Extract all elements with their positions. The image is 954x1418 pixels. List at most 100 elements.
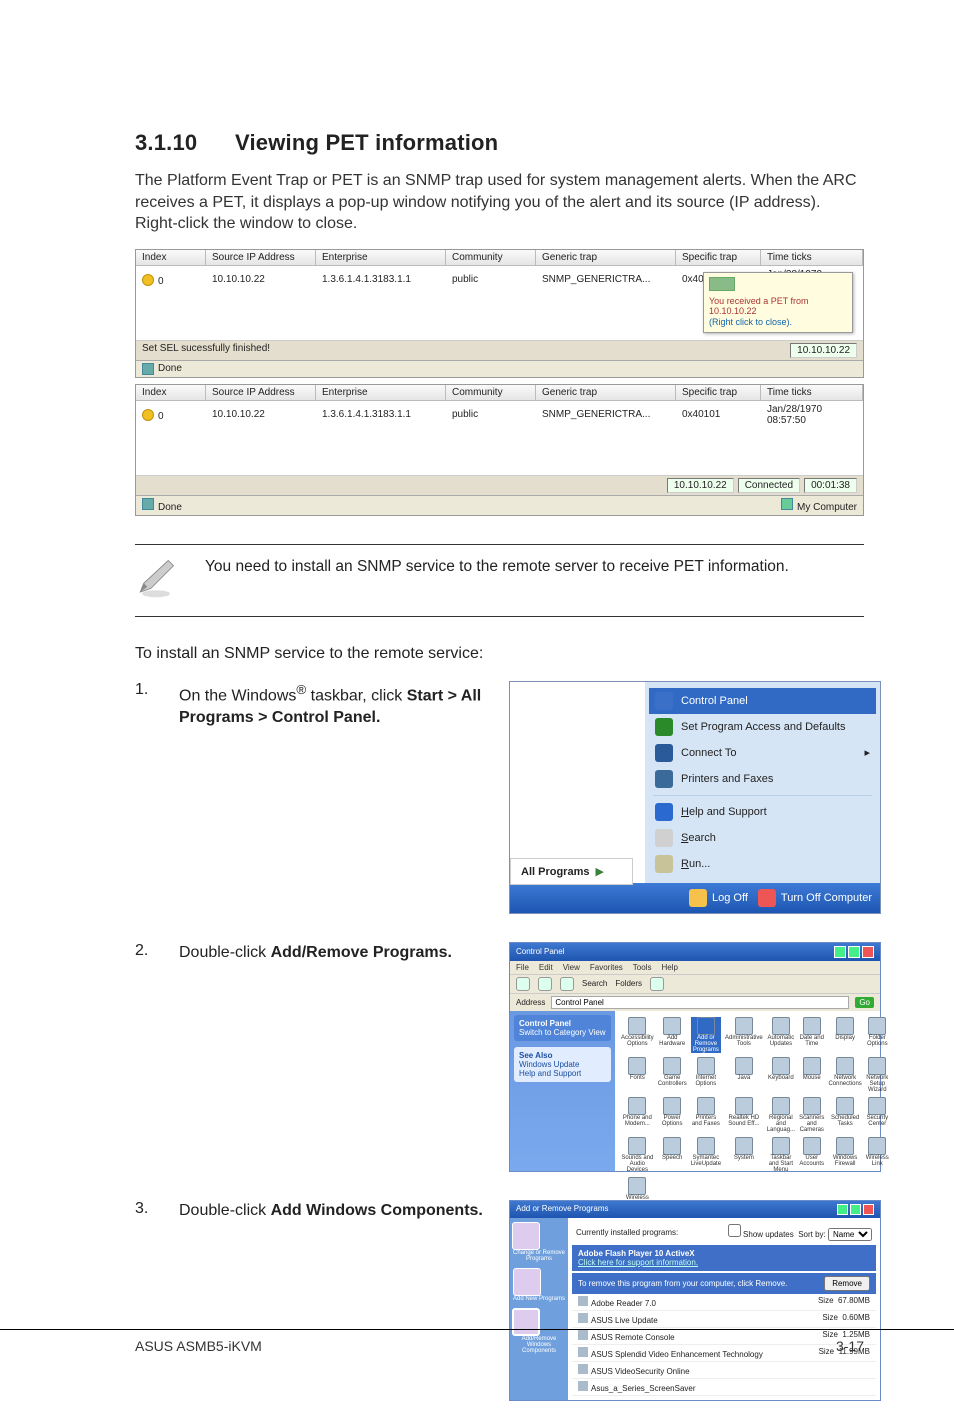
arp-side-button[interactable]: Add New Programs [513,1268,565,1302]
close-button[interactable] [862,946,874,958]
cp-icon[interactable]: Add Hardware [658,1017,687,1053]
views-button[interactable] [650,977,664,991]
cp-icon[interactable]: Realtek HD Sound Eff... [725,1097,763,1133]
table-row[interactable]: 0 10.10.10.22 1.3.6.1.4.1.3183.1.1 publi… [136,401,863,429]
menu-tools[interactable]: Tools [633,963,652,972]
cp-icon[interactable]: Display [828,1017,861,1053]
cp-icon[interactable]: Power Options [658,1097,687,1133]
col-index[interactable]: Index [136,385,206,400]
col-specific[interactable]: Specific trap [676,385,761,400]
program-row[interactable]: Adobe Reader 7.0Size 67.80MB [572,1294,876,1311]
cp-icon-image [803,1137,821,1155]
arp-side-label: Add New Programs [513,1296,565,1302]
all-programs-button[interactable]: All Programs▶ [510,858,633,885]
cp-icon[interactable]: Taskbar and Start Menu [767,1137,795,1173]
cp-icon[interactable]: Sounds and Audio Devices [621,1137,654,1173]
cp-icon[interactable]: Scanners and Cameras [799,1097,824,1133]
cp-icon[interactable]: Network Connections [828,1057,861,1093]
cp-icon[interactable]: Regional and Languag... [767,1097,795,1133]
col-community[interactable]: Community [446,250,536,265]
done-icon [142,498,154,510]
toolbar[interactable]: SearchFolders [510,974,880,993]
cp-icon[interactable]: Fonts [621,1057,654,1093]
maximize-button[interactable] [848,946,860,958]
program-row[interactable]: ASUS Live UpdateSize 0.60MB [572,1311,876,1328]
show-updates-checkbox[interactable] [728,1224,741,1237]
section-heading: 3.1.10Viewing PET information [135,130,864,156]
program-row[interactable]: ASUS VideoSecurity Online [572,1362,876,1379]
col-generic[interactable]: Generic trap [536,385,676,400]
remove-button[interactable]: Remove [824,1276,870,1291]
start-menu-item[interactable]: Printers and Faxes [649,766,876,792]
logoff-button[interactable]: Log Off [689,889,748,907]
cell-enterprise: 1.3.6.1.4.1.3183.1.1 [316,406,446,423]
cp-icon[interactable]: Date and Time [799,1017,824,1053]
cp-icon[interactable]: Speech [658,1137,687,1173]
menubar[interactable]: File Edit View Favorites Tools Help [510,961,880,974]
cp-icon[interactable]: Symantec LiveUpdate [691,1137,721,1173]
cp-icon[interactable]: Windows Firewall [828,1137,861,1173]
support-link[interactable]: Click here for support information. [578,1258,698,1267]
close-button[interactable] [863,1204,874,1215]
cp-icon[interactable]: Add or Remove Programs [691,1017,721,1053]
sortby-select[interactable]: Name [828,1228,872,1241]
cp-icon[interactable]: User Accounts [799,1137,824,1173]
col-time[interactable]: Time ticks [761,250,863,265]
col-source-ip[interactable]: Source IP Address [206,385,316,400]
cp-icon[interactable]: System [725,1137,763,1173]
menu-favorites[interactable]: Favorites [590,963,623,972]
see-also-link[interactable]: Windows Update [519,1060,606,1069]
start-menu-item[interactable]: Set Program Access and Defaults [649,714,876,740]
back-button[interactable] [516,977,530,991]
cp-icon[interactable]: Printers and Faxes [691,1097,721,1133]
cp-icon-image [697,1017,715,1035]
cp-icon[interactable]: Keyboard [767,1057,795,1093]
col-generic[interactable]: Generic trap [536,250,676,265]
cp-icon[interactable]: Game Controllers [658,1057,687,1093]
pet-popup[interactable]: You received a PET from10.10.10.22 (Righ… [703,272,853,333]
col-community[interactable]: Community [446,385,536,400]
start-menu-item[interactable]: Help and Support [649,799,876,825]
cp-icon[interactable]: Phone and Modem... [621,1097,654,1133]
col-enterprise[interactable]: Enterprise [316,250,446,265]
col-source-ip[interactable]: Source IP Address [206,250,316,265]
minimize-button[interactable] [834,946,846,958]
cp-icon[interactable]: Scheduled Tasks [828,1097,861,1133]
maximize-button[interactable] [850,1204,861,1215]
up-button[interactable] [560,977,574,991]
forward-button[interactable] [538,977,552,991]
cp-icon[interactable]: Network Setup Wizard [866,1057,889,1093]
turnoff-button[interactable]: Turn Off Computer [758,889,872,907]
see-also-link[interactable]: Help and Support [519,1069,606,1078]
cp-icon[interactable]: Mouse [799,1057,824,1093]
col-time[interactable]: Time ticks [761,385,863,400]
col-enterprise[interactable]: Enterprise [316,385,446,400]
cp-icon[interactable]: Wireless Link [866,1137,889,1173]
menu-view[interactable]: View [563,963,580,972]
arp-side-button[interactable]: Change or Remove Programs [512,1222,566,1262]
cp-icon[interactable]: Automatic Updates [767,1017,795,1053]
menu-file[interactable]: File [516,963,529,972]
program-icon [578,1313,588,1323]
cp-icon[interactable]: Administrative Tools [725,1017,763,1053]
menu-edit[interactable]: Edit [539,963,553,972]
col-specific[interactable]: Specific trap [676,250,761,265]
go-button[interactable]: Go [855,997,874,1008]
minimize-button[interactable] [837,1204,848,1215]
cp-icon[interactable]: Folder Options [866,1017,889,1053]
start-menu-item[interactable]: Connect To▸ [649,740,876,766]
start-menu-item[interactable]: Control Panel [649,688,876,714]
col-index[interactable]: Index [136,250,206,265]
cp-icon[interactable]: Java [725,1057,763,1093]
cp-icon[interactable]: Accessibility Options [621,1017,654,1053]
cp-icon[interactable]: Security Center [866,1097,889,1133]
cp-icon-label: Network Connections [828,1075,861,1087]
selected-program[interactable]: Adobe Flash Player 10 ActiveX Click here… [572,1245,876,1271]
menu-help[interactable]: Help [661,963,677,972]
start-menu-item[interactable]: Run... [649,851,876,877]
address-input[interactable] [551,996,849,1009]
start-menu-item[interactable]: Search [649,825,876,851]
program-row[interactable]: Asus_a_Series_ScreenSaver [572,1379,876,1396]
cp-icon[interactable]: Internet Options [691,1057,721,1093]
switch-view-link[interactable]: Switch to Category View [519,1028,606,1037]
